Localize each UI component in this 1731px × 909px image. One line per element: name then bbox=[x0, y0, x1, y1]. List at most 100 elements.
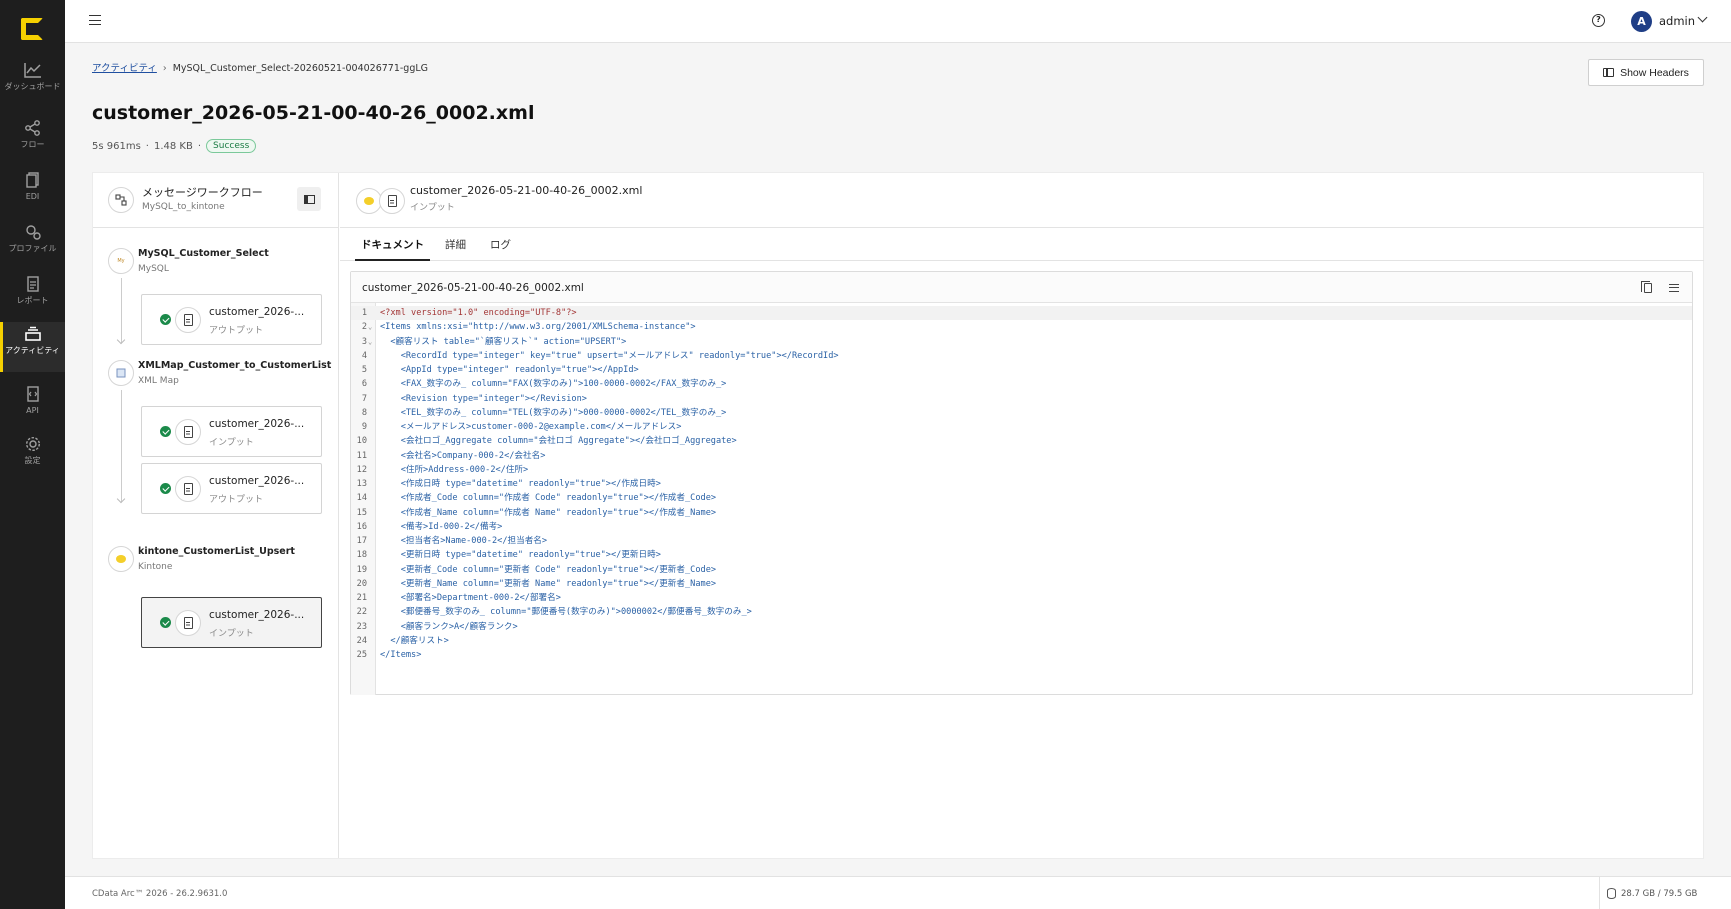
sidebar: ダッシュボード フロー EDI プロファイル レポート アクティビティ API … bbox=[0, 0, 65, 909]
footer-divider bbox=[1599, 877, 1600, 909]
file-role: インプット bbox=[209, 438, 254, 448]
sidebar-item-flow[interactable]: フロー bbox=[0, 120, 65, 170]
code-line: 16 <備考>Id-000-2</備考> bbox=[351, 520, 1692, 534]
chevron-right-icon: › bbox=[162, 63, 167, 74]
fold-chevron-icon[interactable]: ⌄ bbox=[368, 320, 372, 334]
code-text: <Items xmlns:xsi="http://www.w3.org/2001… bbox=[380, 322, 696, 333]
cdata-logo[interactable] bbox=[21, 18, 43, 40]
sidebar-item-label: EDI bbox=[25, 192, 40, 201]
mysql-connector-icon: My bbox=[108, 248, 134, 274]
file-card[interactable]: customer_2026-... アウトプット bbox=[141, 294, 322, 345]
line-number: 14 bbox=[356, 493, 367, 504]
database-icon bbox=[1607, 888, 1616, 899]
file-role: アウトプット bbox=[209, 326, 264, 336]
node-name[interactable]: MySQL_Customer_Select bbox=[138, 248, 269, 259]
code-line: 10 <会社ロゴ_Aggregate column="会社ロゴ Aggregat… bbox=[351, 434, 1692, 448]
code-text: <会社ロゴ_Aggregate column="会社ロゴ Aggregate">… bbox=[380, 436, 737, 447]
code-line: 24 </顧客リスト> bbox=[351, 634, 1692, 648]
code-editor[interactable]: customer_2026-05-21-00-40-26_0002.xml 1 <… bbox=[350, 271, 1693, 695]
report-document-icon bbox=[26, 276, 39, 292]
code-line: 6 <FAX_数字のみ_ column="FAX(数字のみ)">100-0000… bbox=[351, 377, 1692, 391]
file-card-selected[interactable]: customer_2026-... インプット bbox=[141, 597, 322, 648]
line-number: 15 bbox=[356, 507, 367, 518]
editor-filename: customer_2026-05-21-00-40-26_0002.xml bbox=[362, 282, 584, 294]
kintone-connector-icon bbox=[108, 546, 134, 572]
success-check-icon bbox=[160, 426, 171, 437]
node-name[interactable]: kintone_CustomerList_Upsert bbox=[138, 546, 295, 557]
arrow-down-icon bbox=[116, 335, 126, 345]
breadcrumb: アクティビティ › MySQL_Customer_Select-20260521-0… bbox=[92, 60, 428, 74]
arrow-down-icon bbox=[116, 494, 126, 504]
file-name: customer_2026-... bbox=[209, 418, 305, 430]
avatar[interactable]: A bbox=[1631, 11, 1652, 32]
sidebar-item-label: アクティビティ bbox=[5, 346, 60, 355]
line-number: 3 bbox=[361, 336, 367, 347]
sidebar-item-profile[interactable]: プロファイル bbox=[0, 224, 65, 274]
chart-line-icon bbox=[23, 63, 41, 78]
sidebar-item-report[interactable]: レポート bbox=[0, 276, 65, 326]
line-number: 8 bbox=[361, 407, 367, 418]
code-text: <?xml version="1.0" encoding="UTF-8"?> bbox=[380, 308, 577, 318]
sidebar-item-settings[interactable]: 設定 bbox=[0, 436, 65, 486]
copy-icon[interactable] bbox=[1641, 281, 1652, 293]
line-number: 1 bbox=[361, 308, 367, 318]
line-number: 6 bbox=[361, 379, 367, 390]
help-icon[interactable]: ? bbox=[1592, 14, 1605, 27]
sidebar-item-api[interactable]: API bbox=[0, 386, 65, 436]
file-name: customer_2026-... bbox=[209, 475, 305, 487]
storage-usage: 28.7 GB / 79.5 GB bbox=[1621, 889, 1698, 899]
line-number: 24 bbox=[356, 635, 367, 646]
breadcrumb-activity-link[interactable]: アクティビティ bbox=[92, 63, 157, 74]
code-text: </Items> bbox=[380, 650, 422, 660]
file-card[interactable]: customer_2026-... アウトプット bbox=[141, 463, 322, 514]
flow-connector bbox=[121, 390, 122, 502]
code-line: 5 <AppId type="integer" readonly="true">… bbox=[351, 363, 1692, 377]
code-line: 2 ⌄ <Items xmlns:xsi="http://www.w3.org/20… bbox=[351, 320, 1692, 334]
line-number: 22 bbox=[356, 607, 367, 618]
tab-document[interactable]: ドキュメント bbox=[355, 237, 430, 261]
main-panel: メッセージワークフロー MySQL_to_kintone My MySQL_Cu… bbox=[92, 172, 1704, 859]
line-number: 5 bbox=[361, 365, 367, 375]
fold-chevron-icon[interactable]: ⌄ bbox=[368, 335, 372, 349]
code-line: 13 <作成日時 type="datetime" readonly="true"… bbox=[351, 477, 1692, 491]
document-icon bbox=[175, 419, 201, 445]
code-content[interactable]: 1 <?xml version="1.0" encoding="UTF-8"?> 2… bbox=[351, 306, 1692, 662]
show-headers-button[interactable]: Show Headers bbox=[1588, 59, 1704, 86]
code-text: <顧客ランク>A</顧客ランク> bbox=[380, 621, 518, 632]
sidebar-item-label: レポート bbox=[16, 296, 49, 305]
code-text: <会社名>Company-000-2</会社名> bbox=[380, 450, 546, 461]
sidebar-item-label: ダッシュボード bbox=[4, 82, 61, 91]
code-line: 21 <部署名>Department-000-2</部署名> bbox=[351, 591, 1692, 605]
panel-toggle-button[interactable] bbox=[297, 187, 321, 211]
sidebar-item-dashboard[interactable]: ダッシュボード bbox=[0, 62, 65, 112]
code-text: <メールアドレス>customer-000-2@example.com</メール… bbox=[380, 422, 682, 432]
success-check-icon bbox=[160, 617, 171, 628]
sidebar-item-activity[interactable]: アクティビティ bbox=[0, 322, 65, 372]
tab-details[interactable]: 詳細 bbox=[445, 237, 466, 261]
code-text: <AppId type="integer" readonly="true"></… bbox=[380, 365, 639, 375]
code-line: 20 <更新者_Name column="更新者 Name" readonly=… bbox=[351, 577, 1692, 591]
code-text: <部署名>Department-000-2</部署名> bbox=[380, 593, 561, 603]
menu-lines-icon[interactable] bbox=[1669, 284, 1679, 292]
document-icon bbox=[175, 610, 201, 636]
chevron-down-icon[interactable] bbox=[1697, 12, 1708, 23]
workflow-panel: メッセージワークフロー MySQL_to_kintone My MySQL_Cu… bbox=[93, 173, 339, 858]
document-icon bbox=[175, 307, 201, 333]
sidebar-item-edi[interactable]: EDI bbox=[0, 172, 65, 222]
document-icon bbox=[175, 476, 201, 502]
line-number: 13 bbox=[356, 479, 367, 489]
headers-panel-icon bbox=[1603, 68, 1615, 77]
node-name[interactable]: XMLMap_Customer_to_CustomerList bbox=[138, 360, 331, 371]
file-card[interactable]: customer_2026-... インプット bbox=[141, 406, 322, 457]
line-number: 12 bbox=[356, 464, 367, 475]
code-text: <Revision type="integer"></Revision> bbox=[380, 393, 587, 404]
user-name[interactable]: admin bbox=[1659, 14, 1695, 28]
tab-log[interactable]: ログ bbox=[490, 237, 511, 261]
code-line: 15 <作成者_Name column="作成者 Name" readonly=… bbox=[351, 506, 1692, 520]
line-number: 25 bbox=[356, 650, 367, 660]
code-line: 7 <Revision type="integer"></Revision> bbox=[351, 392, 1692, 406]
footer: CData Arc™ 2026 - 26.2.9631.0 28.7 GB / … bbox=[65, 876, 1731, 909]
workflow-name: MySQL_to_kintone bbox=[142, 202, 225, 212]
hamburger-menu-icon[interactable] bbox=[89, 15, 101, 25]
code-line: 14 <作成者_Code column="作成者 Code" readonly=… bbox=[351, 491, 1692, 505]
